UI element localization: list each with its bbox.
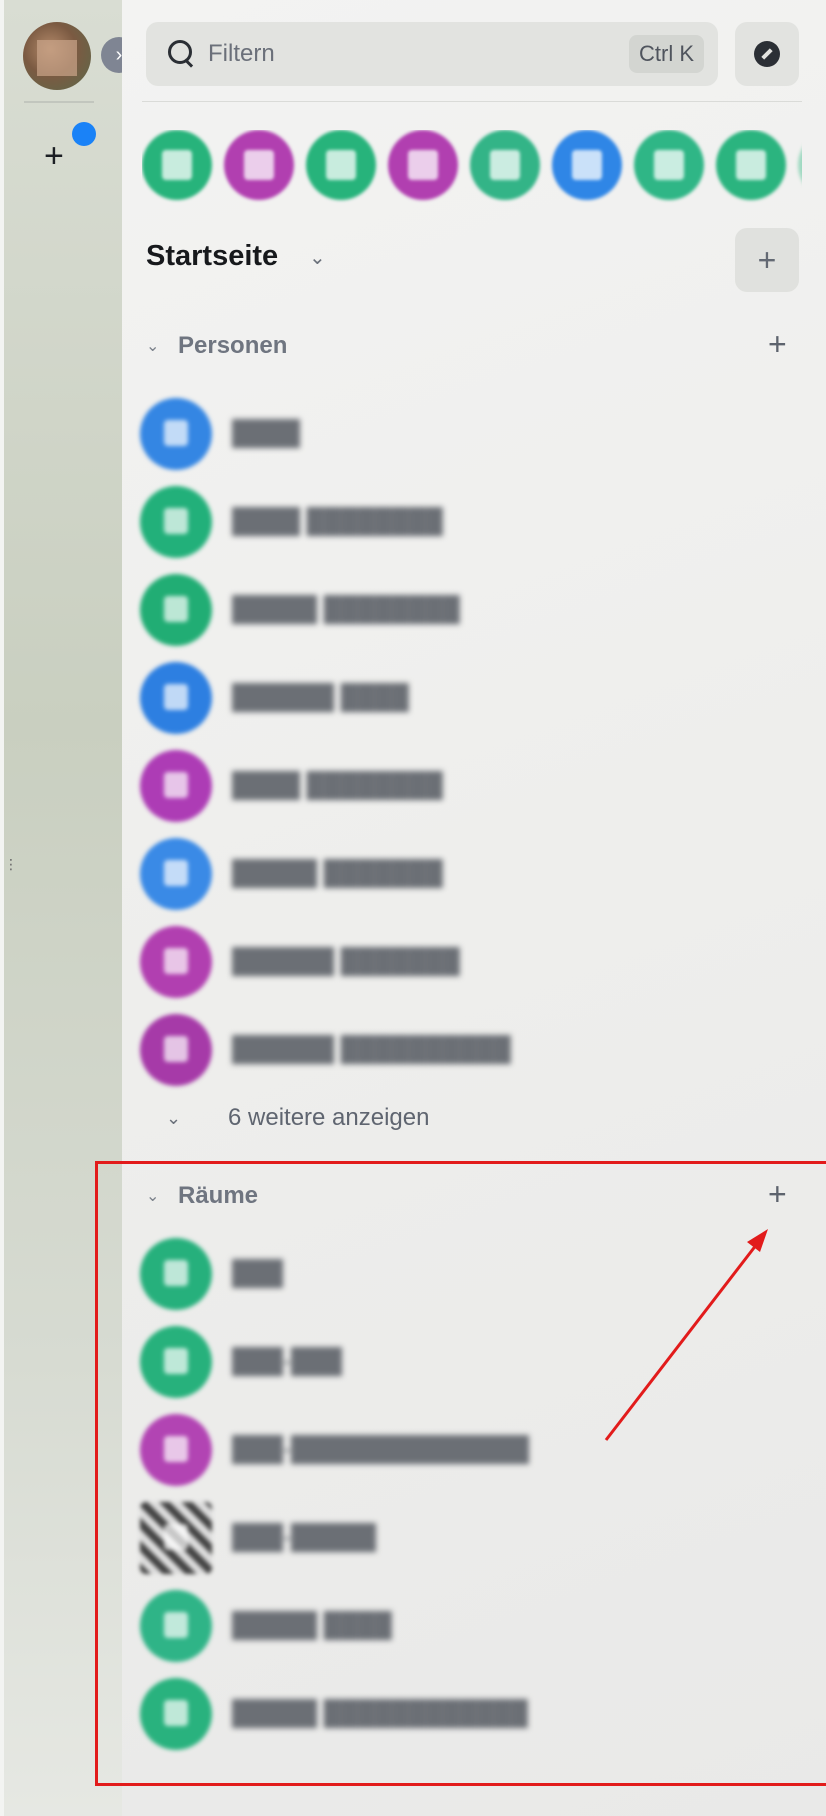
explore-rooms-button[interactable] — [735, 22, 799, 86]
person-name: ████ ████████ — [232, 508, 443, 535]
recent-room-avatar[interactable] — [552, 130, 622, 200]
recent-room-avatar[interactable] — [388, 130, 458, 200]
search-shortcut-badge: Ctrl K — [629, 35, 704, 73]
avatar — [140, 926, 212, 998]
compass-icon — [754, 41, 780, 67]
avatar — [140, 574, 212, 646]
person-list-item[interactable]: ██████ ███████ — [140, 922, 760, 1002]
notification-dot — [72, 122, 96, 146]
person-name: ████ — [232, 420, 301, 447]
person-list-item[interactable]: █████ ████████ — [140, 570, 760, 650]
recent-rooms-row — [142, 130, 802, 204]
user-avatar[interactable] — [23, 22, 91, 90]
person-name: █████ ███████ — [232, 860, 443, 887]
chevron-down-icon[interactable]: ⌄ — [309, 245, 326, 270]
avatar — [140, 662, 212, 734]
person-name: ██████ ████ — [232, 684, 409, 711]
show-more-button[interactable]: ⌄ 6 weitere anzeigen — [166, 1104, 429, 1132]
avatar — [140, 398, 212, 470]
annotation-highlight-box — [95, 1161, 826, 1786]
recent-room-avatar[interactable] — [306, 130, 376, 200]
person-name: █████ ████████ — [232, 596, 460, 623]
page-title[interactable]: Startseite — [146, 240, 278, 273]
recent-room-avatar[interactable] — [224, 130, 294, 200]
person-list-item[interactable]: ████ ████████ — [140, 746, 760, 826]
header-divider — [142, 101, 802, 102]
chevron-down-icon: ⌄ — [146, 338, 160, 355]
avatar — [140, 750, 212, 822]
rail-resize-handle-icon[interactable]: ⋮ — [4, 856, 18, 873]
show-more-label: 6 weitere anzeigen — [228, 1104, 430, 1131]
recent-room-avatar[interactable] — [470, 130, 540, 200]
search-box[interactable]: Ctrl K — [146, 22, 718, 86]
create-space-plus-icon[interactable]: + — [44, 139, 64, 173]
person-list-item[interactable]: █████ ███████ — [140, 834, 760, 914]
rail-divider — [24, 101, 94, 103]
person-list-item[interactable]: ████ — [140, 394, 760, 474]
avatar — [140, 838, 212, 910]
chevron-down-icon: ⌄ — [166, 1107, 182, 1128]
add-button[interactable]: + — [735, 228, 799, 292]
avatar — [140, 486, 212, 558]
person-name: ████ ████████ — [232, 772, 443, 799]
search-input[interactable] — [208, 22, 588, 86]
person-list-item[interactable]: ████ ████████ — [140, 482, 760, 562]
recent-room-avatar[interactable] — [798, 130, 802, 200]
search-icon — [168, 40, 196, 68]
add-person-button[interactable]: + — [768, 328, 787, 360]
section-header-people[interactable]: ⌄ Personen — [146, 328, 287, 364]
person-list-item[interactable]: ██████ ████ — [140, 658, 760, 738]
recent-room-avatar[interactable] — [634, 130, 704, 200]
rail-edge — [0, 0, 4, 1816]
recent-room-avatar[interactable] — [142, 130, 212, 200]
person-name: ██████ ██████████ — [232, 1036, 511, 1063]
avatar — [140, 1014, 212, 1086]
recent-room-avatar[interactable] — [716, 130, 786, 200]
person-list-item[interactable]: ██████ ██████████ — [140, 1010, 760, 1090]
person-name: ██████ ███████ — [232, 948, 460, 975]
section-label: Personen — [178, 332, 288, 359]
